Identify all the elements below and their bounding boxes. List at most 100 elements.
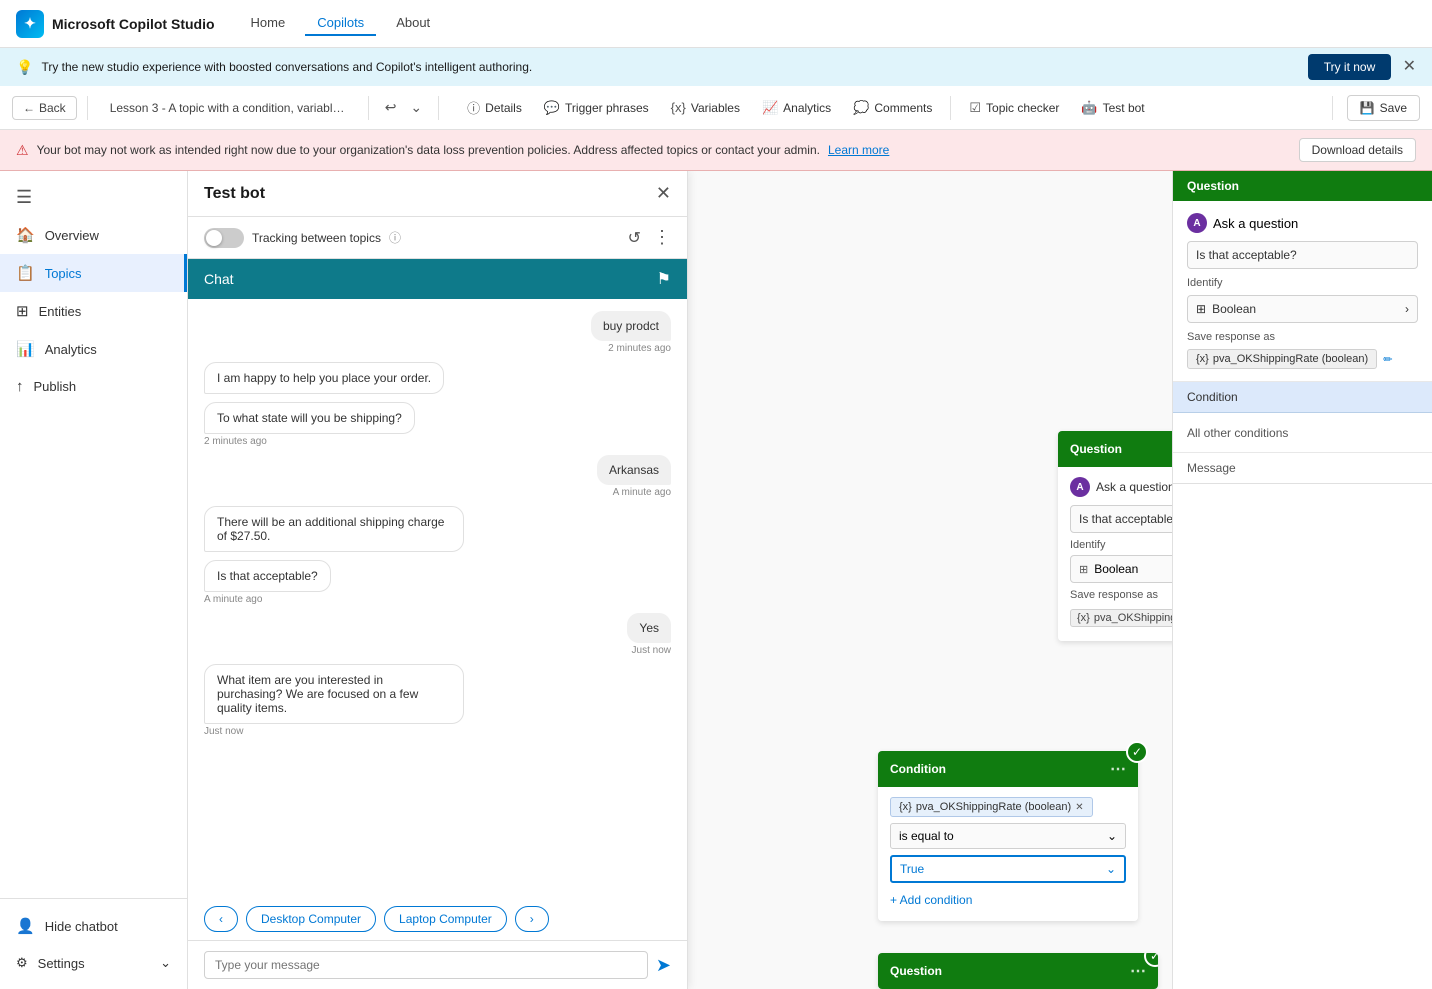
refresh-icon[interactable]: ↺ [628, 228, 641, 248]
msg-6-time: A minute ago [204, 594, 331, 605]
analytics-button[interactable]: 📈 Analytics [752, 95, 841, 121]
alert-text: Your bot may not work as intended right … [37, 143, 820, 157]
chat-tab-label: Chat [204, 271, 234, 287]
msg-7-time: Just now [632, 645, 671, 656]
testbot-more-icon[interactable]: ⋮ [653, 227, 671, 248]
comments-icon: 💭 [853, 100, 869, 116]
hide-chatbot-button[interactable]: 👤 Hide chatbot [0, 907, 187, 945]
chat-input[interactable] [204, 951, 648, 979]
right-panel-condition-label: Condition [1187, 390, 1238, 404]
test-bot-label: Test bot [1103, 101, 1145, 115]
right-panel-question-label: Question [1187, 179, 1239, 193]
details-button[interactable]: ⓘ Details [457, 93, 532, 122]
condition-operator-dropdown[interactable]: is equal to ⌄ [890, 823, 1126, 849]
topic-checker-icon: ☑ [969, 100, 981, 116]
msg-happy: I am happy to help you place your order. [204, 362, 444, 394]
info-banner: 💡 Try the new studio experience with boo… [0, 48, 1432, 86]
sidebar-item-analytics[interactable]: 📊 Analytics [0, 330, 187, 368]
alert-icon: ⚠ [16, 142, 29, 159]
info-icon[interactable]: ⓘ [389, 229, 401, 246]
right-panel-ask-icon: A [1187, 213, 1207, 233]
right-panel-edit-icon[interactable]: ✏ [1383, 353, 1392, 366]
right-panel-grid-icon: ⊞ [1196, 302, 1206, 316]
toolbar-sep-5 [1332, 96, 1333, 120]
msg-8-time: Just now [204, 726, 464, 737]
sidebar-item-topics[interactable]: 📋 Topics [0, 254, 187, 292]
add-condition-button[interactable]: + Add condition [890, 889, 1126, 911]
condition-header: Condition ⋯ [878, 751, 1138, 787]
testbot-toolbar: Tracking between topics ⓘ ↺ ⋮ [188, 217, 687, 259]
undo-redo: ↩ ⌄ [379, 95, 428, 120]
download-details-button[interactable]: Download details [1299, 138, 1416, 162]
condition-more-icon[interactable]: ⋯ [1110, 759, 1126, 779]
question-bottom-more-icon[interactable]: ⋯ [1130, 961, 1146, 981]
testbot-panel: Test bot ✕ Tracking between topics ⓘ ↺ ⋮… [188, 171, 688, 989]
condition-node[interactable]: Condition ⋯ {x} pva_OKShippingRate (bool… [878, 751, 1138, 921]
condition-tag-value: pva_OKShippingRate (boolean) [916, 801, 1071, 813]
nav-about[interactable]: About [384, 11, 442, 36]
hamburger-icon[interactable]: ☰ [0, 179, 187, 216]
sidebar-item-entities[interactable]: ⊞ Entities [0, 292, 187, 330]
quick-reply-laptop[interactable]: Laptop Computer [384, 906, 507, 932]
analytics-label: Analytics [783, 101, 831, 115]
question-header-label: Question [1070, 442, 1122, 456]
sidebar-item-overview[interactable]: 🏠 Overview [0, 216, 187, 254]
testbot-title: Test bot [204, 185, 265, 203]
undo-button[interactable]: ↩ [379, 95, 403, 120]
msg-purchasing: What item are you interested in purchasi… [204, 664, 464, 724]
quick-replies: ‹ Desktop Computer Laptop Computer › [188, 900, 687, 940]
send-button[interactable]: ➤ [656, 955, 671, 976]
sidebar-topics-label: Topics [45, 266, 82, 281]
settings-expand[interactable]: ⚙ Settings ⌄ [0, 945, 187, 981]
quick-reply-desktop[interactable]: Desktop Computer [246, 906, 376, 932]
sidebar-analytics-icon: 📊 [16, 340, 35, 358]
back-button[interactable]: ← Back [12, 96, 77, 120]
comments-label: Comments [874, 101, 932, 115]
right-panel: Question A Ask a question Is that accept… [1172, 171, 1432, 989]
identify-value: Boolean [1094, 562, 1138, 576]
right-panel-save-label: Save response as [1187, 331, 1418, 343]
right-panel-save-row: {x} pva_OKShippingRate (boolean) ✏ [1187, 349, 1418, 369]
try-it-button[interactable]: Try it now [1308, 54, 1392, 80]
learn-more-link[interactable]: Learn more [828, 143, 889, 157]
msg-3-time: 2 minutes ago [204, 436, 415, 447]
content-area: Question ⋯ A Ask a question Is that acce… [188, 171, 1432, 989]
toolbar-sep-4 [950, 96, 951, 120]
test-bot-button[interactable]: 🤖 Test bot [1071, 95, 1154, 121]
right-panel-save-tag: {x} pva_OKShippingRate (boolean) [1187, 349, 1377, 369]
topic-checker-button[interactable]: ☑ Topic checker [959, 95, 1069, 121]
condition-tag-remove[interactable]: ✕ [1075, 802, 1083, 813]
condition-tag-icon: {x} [899, 801, 912, 813]
comments-button[interactable]: 💭 Comments [843, 95, 942, 121]
quick-reply-right-arrow[interactable]: › [515, 906, 549, 932]
chat-tab[interactable]: Chat ⚑ [188, 259, 687, 299]
banner-close-icon[interactable]: ✕ [1403, 58, 1416, 75]
toolbar-right: 💾 Save [1326, 95, 1420, 121]
sidebar-item-publish[interactable]: ↑ Publish [0, 368, 187, 405]
question-bottom-header: Question ⋯ [878, 953, 1158, 989]
testbot-close-button[interactable]: ✕ [656, 183, 671, 204]
right-panel-question-header: Question [1173, 171, 1432, 201]
trigger-phrases-button[interactable]: 💬 Trigger phrases [534, 95, 659, 121]
variables-button[interactable]: {x} Variables [661, 95, 750, 120]
right-panel-identify-field[interactable]: ⊞ Boolean › [1187, 295, 1418, 323]
sidebar-entities-label: Entities [39, 304, 82, 319]
condition-value-dropdown[interactable]: True ⌄ [890, 855, 1126, 883]
nav-copilots[interactable]: Copilots [305, 11, 376, 36]
question-bottom-header-label: Question [890, 964, 942, 978]
identify-inner: ⊞ Boolean [1079, 562, 1138, 576]
question-node-bottom[interactable]: Question ⋯ ✓ [878, 953, 1158, 989]
right-panel-ask-section: A Ask a question Is that acceptable? Ide… [1173, 201, 1432, 382]
tracking-toggle[interactable] [204, 228, 244, 248]
right-panel-identify-label: Identify [1187, 277, 1418, 289]
alert-bar: ⚠ Your bot may not work as intended righ… [0, 130, 1432, 171]
ask-question-label: Ask a question [1096, 480, 1175, 494]
nav-home[interactable]: Home [239, 11, 298, 36]
msg-buy-prodct: buy prodct [591, 311, 671, 341]
save-button[interactable]: 💾 Save [1347, 95, 1420, 121]
quick-reply-left-arrow[interactable]: ‹ [204, 906, 238, 932]
topics-icon: 📋 [16, 264, 35, 282]
msg-arkansas: Arkansas [597, 455, 671, 485]
condition-tag: {x} pva_OKShippingRate (boolean) ✕ [890, 797, 1093, 817]
redo-button[interactable]: ⌄ [404, 95, 428, 120]
